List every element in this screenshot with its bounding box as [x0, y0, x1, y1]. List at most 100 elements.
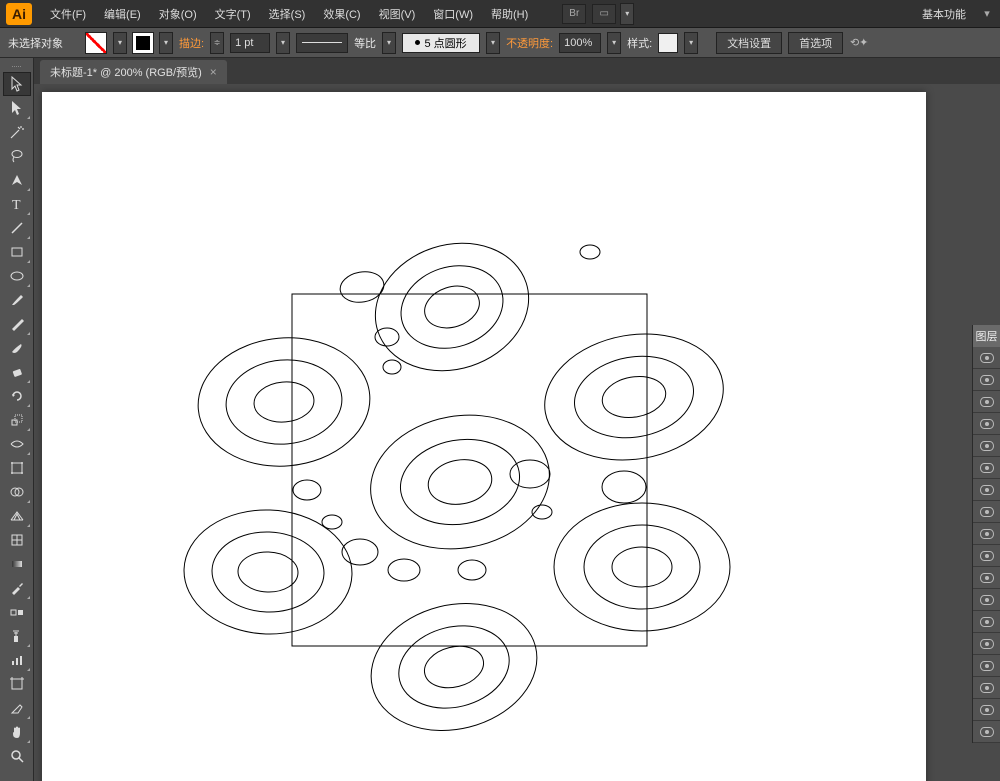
line-tool[interactable] — [3, 216, 31, 240]
layer-visibility-toggle[interactable] — [973, 391, 1000, 413]
pen-tool[interactable] — [3, 168, 31, 192]
layer-visibility-toggle[interactable] — [973, 677, 1000, 699]
fill-dropdown[interactable]: ▾ — [113, 32, 127, 54]
menu-view[interactable]: 视图(V) — [371, 2, 424, 26]
stroke-profile[interactable] — [296, 33, 348, 53]
eye-icon — [980, 617, 994, 627]
pencil-tool[interactable] — [3, 312, 31, 336]
artwork — [42, 92, 926, 781]
layer-visibility-toggle[interactable] — [973, 589, 1000, 611]
canvas-viewport[interactable] — [34, 84, 1000, 781]
layers-panel[interactable]: 图层 — [972, 325, 1000, 743]
scale-tool[interactable] — [3, 408, 31, 432]
gradient-tool[interactable] — [3, 552, 31, 576]
perspective-grid-tool[interactable] — [3, 504, 31, 528]
layer-visibility-toggle[interactable] — [973, 721, 1000, 743]
eyedropper-tool[interactable] — [3, 576, 31, 600]
menu-help[interactable]: 帮助(H) — [483, 2, 536, 26]
main-area: T — [0, 58, 1000, 781]
style-dropdown[interactable]: ▾ — [684, 32, 698, 54]
eye-icon — [980, 419, 994, 429]
width-tool[interactable] — [3, 432, 31, 456]
selection-tool[interactable] — [3, 72, 31, 96]
mesh-tool[interactable] — [3, 528, 31, 552]
rotate-tool[interactable] — [3, 384, 31, 408]
close-tab-icon[interactable]: × — [210, 65, 217, 79]
menu-effect[interactable]: 效果(C) — [315, 2, 368, 26]
paintbrush-tool[interactable] — [3, 288, 31, 312]
layer-visibility-toggle[interactable] — [973, 655, 1000, 677]
graphic-style-swatch[interactable] — [658, 33, 678, 53]
type-tool[interactable]: T — [3, 192, 31, 216]
stroke-weight-stepper[interactable]: ≑ — [210, 32, 224, 54]
column-graph-tool[interactable] — [3, 648, 31, 672]
fill-swatch[interactable] — [85, 32, 107, 54]
menu-type[interactable]: 文字(T) — [207, 2, 259, 26]
ellipse-tool[interactable] — [3, 264, 31, 288]
preferences-button[interactable]: 首选项 — [788, 32, 843, 54]
opacity-dropdown[interactable]: ▾ — [607, 32, 621, 54]
eraser-tool[interactable] — [3, 360, 31, 384]
shape-builder-tool[interactable] — [3, 480, 31, 504]
layer-visibility-toggle[interactable] — [973, 611, 1000, 633]
document-tab[interactable]: 未标题-1* @ 200% (RGB/预览) × — [40, 60, 227, 84]
svg-text:T: T — [12, 198, 21, 212]
stroke-label: 描边: — [179, 35, 204, 51]
eye-icon — [980, 397, 994, 407]
eye-icon — [980, 485, 994, 495]
opacity-label: 不透明度: — [506, 35, 553, 51]
toolbox-handle[interactable] — [2, 62, 32, 70]
bridge-button[interactable]: Br — [562, 4, 586, 24]
symbol-sprayer-tool[interactable] — [3, 624, 31, 648]
profile-dropdown[interactable]: ▾ — [382, 32, 396, 54]
layer-visibility-toggle[interactable] — [973, 699, 1000, 721]
layer-visibility-toggle[interactable] — [973, 369, 1000, 391]
layer-visibility-toggle[interactable] — [973, 435, 1000, 457]
workspace-switcher[interactable]: 基本功能 — [910, 2, 978, 26]
slice-tool[interactable] — [3, 696, 31, 720]
reset-icon[interactable]: ⟲✦ — [849, 33, 869, 53]
menu-object[interactable]: 对象(O) — [151, 2, 205, 26]
layer-visibility-toggle[interactable] — [973, 545, 1000, 567]
layer-visibility-toggle[interactable] — [973, 347, 1000, 369]
menu-select[interactable]: 选择(S) — [261, 2, 314, 26]
layer-visibility-toggle[interactable] — [973, 479, 1000, 501]
layer-visibility-toggle[interactable] — [973, 457, 1000, 479]
free-transform-tool[interactable] — [3, 456, 31, 480]
zoom-tool[interactable] — [3, 744, 31, 768]
arrange-dropdown[interactable]: ▾ — [620, 3, 634, 25]
stroke-dropdown[interactable]: ▾ — [159, 32, 173, 54]
arrange-button[interactable]: ▭ — [592, 4, 616, 24]
blend-tool[interactable] — [3, 600, 31, 624]
rectangle-tool[interactable] — [3, 240, 31, 264]
layer-visibility-toggle[interactable] — [973, 567, 1000, 589]
artboard-tool[interactable] — [3, 672, 31, 696]
blob-brush-tool[interactable] — [3, 336, 31, 360]
menu-edit[interactable]: 编辑(E) — [96, 2, 149, 26]
layer-visibility-toggle[interactable] — [973, 633, 1000, 655]
layer-visibility-toggle[interactable] — [973, 501, 1000, 523]
document-setup-button[interactable]: 文档设置 — [716, 32, 782, 54]
workspace-dropdown[interactable]: ▾ — [980, 4, 994, 24]
stroke-weight-input[interactable] — [230, 33, 270, 53]
eye-icon — [980, 595, 994, 605]
menu-file[interactable]: 文件(F) — [42, 2, 94, 26]
eye-icon — [980, 375, 994, 385]
document-tab-title: 未标题-1* @ 200% (RGB/预览) — [50, 64, 202, 80]
artboard[interactable] — [42, 92, 926, 781]
direct-selection-tool[interactable] — [3, 96, 31, 120]
eye-icon — [980, 353, 994, 363]
hand-tool[interactable] — [3, 720, 31, 744]
brush-dropdown[interactable]: ▾ — [486, 32, 500, 54]
opacity-input[interactable] — [559, 33, 601, 53]
layers-panel-tab[interactable]: 图层 — [973, 325, 1000, 347]
layer-visibility-toggle[interactable] — [973, 413, 1000, 435]
menu-window[interactable]: 窗口(W) — [425, 2, 481, 26]
layer-visibility-toggle[interactable] — [973, 523, 1000, 545]
stroke-weight-dropdown[interactable]: ▾ — [276, 32, 290, 54]
brush-definition[interactable]: 5 点圆形 — [402, 33, 480, 53]
lasso-tool[interactable] — [3, 144, 31, 168]
style-label: 样式: — [627, 35, 652, 51]
stroke-swatch[interactable] — [133, 33, 153, 53]
magic-wand-tool[interactable] — [3, 120, 31, 144]
